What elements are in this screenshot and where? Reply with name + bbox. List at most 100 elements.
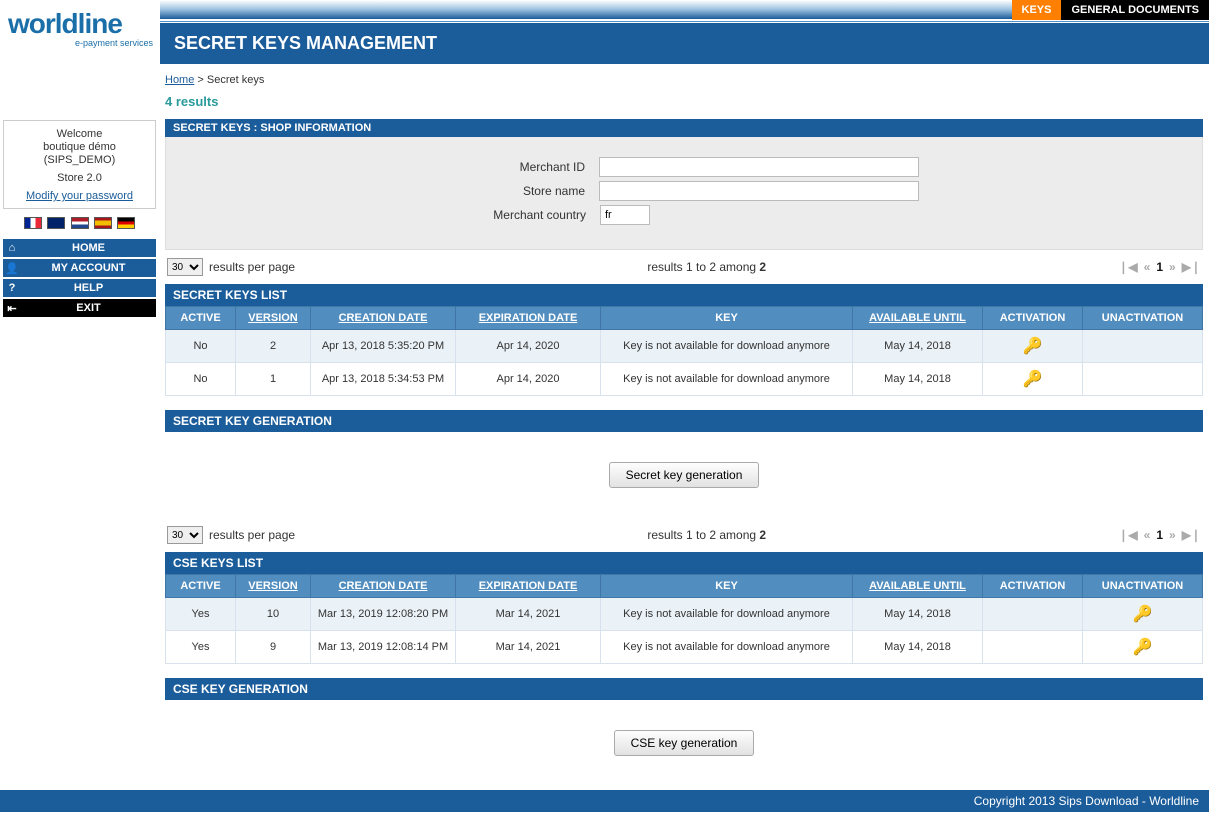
tab-keys[interactable]: KEYS [1012,0,1062,20]
secret-keys-list-title: SECRET KEYS LIST [165,284,1203,306]
exit-icon: ⇤ [3,299,21,317]
cell-available: May 14, 2018 [853,363,983,396]
pager-last-icon[interactable]: ▶❘ [1182,260,1201,274]
sidebar-item-label: HELP [21,279,156,297]
cell-available: May 14, 2018 [853,598,983,631]
col-key: KEY [601,307,853,330]
cse-key-generation-box: CSE key generation [165,700,1203,786]
cse-key-generation-title: CSE KEY GENERATION [165,678,1203,700]
home-icon: ⌂ [3,239,21,257]
flag-uk-icon[interactable] [47,217,65,229]
sidebar-item-help[interactable]: ? HELP [3,279,156,297]
sidebar-item-label: HOME [21,239,156,257]
col-version[interactable]: VERSION [248,580,298,592]
store-name-label: Store name [449,184,599,198]
cell-expiration: Apr 14, 2020 [456,363,601,396]
flag-es-icon[interactable] [94,217,112,229]
pager-next-icon[interactable]: » [1169,528,1176,542]
secret-keys-table: ACTIVE VERSION CREATION DATE EXPIRATION … [165,306,1203,396]
welcome-store: Store 2.0 [8,172,151,184]
cell-version: 1 [236,363,311,396]
col-activation: ACTIVATION [983,307,1083,330]
results-count: 4 results [165,94,1203,109]
shop-info-title: SECRET KEYS : SHOP INFORMATION [165,119,1203,137]
store-name-field[interactable] [599,181,919,201]
pager-info-total: 2 [759,260,766,274]
pager-current: 1 [1156,260,1163,274]
col-key: KEY [601,575,853,598]
language-flags [3,217,156,229]
welcome-box: Welcome boutique démo (SIPS_DEMO) Store … [3,120,156,209]
cell-version: 2 [236,330,311,363]
secret-key-generation-button[interactable]: Secret key generation [609,462,760,488]
sidebar-item-label: MY ACCOUNT [21,259,156,277]
flag-fr-icon[interactable] [24,217,42,229]
sidebar-item-label: EXIT [21,299,156,317]
table-row: Yes 9 Mar 13, 2019 12:08:14 PM Mar 14, 2… [166,631,1203,664]
table-row: No 2 Apr 13, 2018 5:35:20 PM Apr 14, 202… [166,330,1203,363]
col-available[interactable]: AVAILABLE UNTIL [869,312,966,324]
cell-active: No [166,330,236,363]
logo: worldline e-payment services [8,10,158,48]
sidebar-item-home[interactable]: ⌂ HOME [3,239,156,257]
col-unactivation: UNACTIVATION [1083,307,1203,330]
pager-first-icon[interactable]: ❘◀ [1118,260,1137,274]
cell-creation: Mar 13, 2019 12:08:14 PM [311,631,456,664]
flag-de-icon[interactable] [117,217,135,229]
tab-general-documents[interactable]: GENERAL DOCUMENTS [1061,0,1209,20]
welcome-line3: (SIPS_DEMO) [8,154,151,166]
col-available[interactable]: AVAILABLE UNTIL [869,580,966,592]
pager-prev-icon[interactable]: « [1144,260,1151,274]
pager-prev-icon[interactable]: « [1144,528,1151,542]
col-expiration[interactable]: EXPIRATION DATE [479,312,578,324]
cse-key-generation-button[interactable]: CSE key generation [614,730,755,756]
cell-active: Yes [166,631,236,664]
modify-password-link[interactable]: Modify your password [8,190,151,202]
merchant-id-field[interactable] [599,157,919,177]
table-row: No 1 Apr 13, 2018 5:34:53 PM Apr 14, 202… [166,363,1203,396]
sidebar-item-exit[interactable]: ⇤ EXIT [3,299,156,317]
merchant-country-field[interactable] [600,205,650,225]
key-unactivate-icon[interactable]: 🔑 [1133,604,1153,624]
merchant-country-label: Merchant country [450,208,600,222]
logo-text: worldline [8,10,158,38]
cell-activation [983,598,1083,631]
cse-keys-list-title: CSE KEYS LIST [165,552,1203,574]
col-creation[interactable]: CREATION DATE [339,580,428,592]
col-active: ACTIVE [166,575,236,598]
cse-keys-table: ACTIVE VERSION CREATION DATE EXPIRATION … [165,574,1203,664]
cell-available: May 14, 2018 [853,330,983,363]
cell-unactivation [1083,363,1203,396]
cell-expiration: Apr 14, 2020 [456,330,601,363]
page-title: SECRET KEYS MANAGEMENT [160,23,1209,64]
pager-next-icon[interactable]: » [1169,260,1176,274]
pager-first-icon[interactable]: ❘◀ [1118,528,1137,542]
table-row: Yes 10 Mar 13, 2019 12:08:20 PM Mar 14, … [166,598,1203,631]
page-size-select[interactable]: 30 [167,258,203,276]
pager-info: results 1 to 2 among 2 [295,528,1118,542]
cell-active: No [166,363,236,396]
cell-key: Key is not available for download anymor… [601,598,853,631]
logo-subtext: e-payment services [8,38,158,48]
key-activate-icon[interactable]: 🔑 [1023,369,1043,389]
welcome-line2: boutique démo [8,141,151,153]
cell-expiration: Mar 14, 2021 [456,598,601,631]
col-expiration[interactable]: EXPIRATION DATE [479,580,578,592]
flag-nl-icon[interactable] [71,217,89,229]
key-activate-icon[interactable]: 🔑 [1023,336,1043,356]
user-icon: 👤 [3,259,21,277]
sidebar-item-account[interactable]: 👤 MY ACCOUNT [3,259,156,277]
col-creation[interactable]: CREATION DATE [339,312,428,324]
pager-last-icon[interactable]: ▶❘ [1182,528,1201,542]
cell-key: Key is not available for download anymor… [601,631,853,664]
results-per-page-label: results per page [209,528,295,542]
col-version[interactable]: VERSION [248,312,298,324]
key-unactivate-icon[interactable]: 🔑 [1133,637,1153,657]
breadcrumb: Home > Secret keys [165,74,1209,86]
cell-creation: Apr 13, 2018 5:34:53 PM [311,363,456,396]
page-size-select[interactable]: 30 [167,526,203,544]
breadcrumb-home[interactable]: Home [165,74,194,86]
welcome-line1: Welcome [8,128,151,140]
pager-current: 1 [1156,528,1163,542]
pager-secret: 30 results per page results 1 to 2 among… [165,250,1203,284]
